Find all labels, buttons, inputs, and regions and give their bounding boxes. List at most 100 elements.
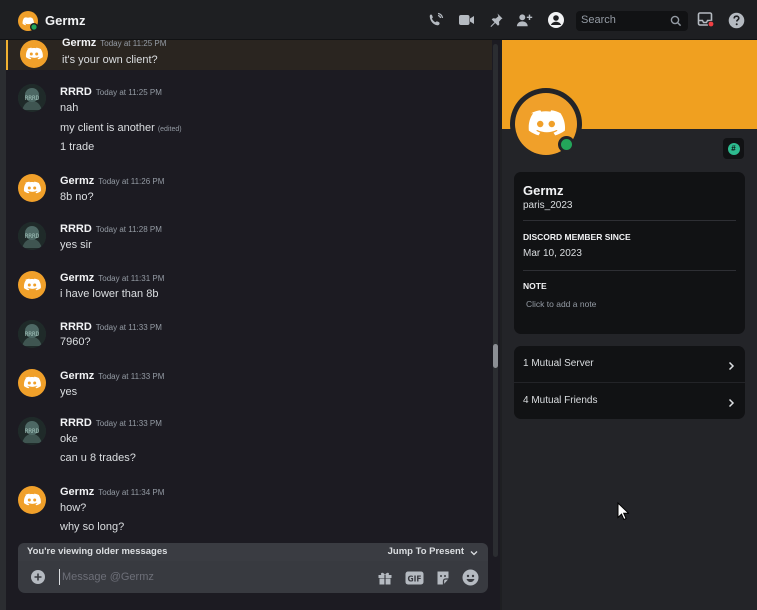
message-text: 8b no? (60, 191, 94, 203)
voice-call-icon[interactable] (427, 11, 445, 29)
message-item[interactable]: RRRD RRRD Today at 11:33 PM 7960? (6, 319, 492, 351)
avatar[interactable]: RRRD (18, 84, 46, 112)
inbox-icon[interactable] (697, 11, 715, 29)
message-item[interactable]: RRRD RRRD Today at 11:28 PM yes sir (6, 221, 492, 253)
hashtag-badge-icon: # (727, 142, 740, 155)
search-input[interactable]: Search (576, 11, 688, 31)
avatar[interactable]: RRRD (18, 320, 46, 348)
svg-text:GIF: GIF (407, 574, 421, 583)
header-avatar[interactable] (18, 11, 38, 31)
add-friend-icon[interactable] (516, 11, 534, 29)
message-text: 1 trade (60, 141, 95, 153)
message-text: yes sir (60, 239, 92, 251)
message-timestamp: Today at 11:33 PM (95, 419, 162, 428)
avatar[interactable] (18, 271, 46, 299)
message-item[interactable]: Germz Today at 11:34 PM how? why so long? (6, 485, 492, 537)
avatar[interactable]: RRRD (18, 417, 46, 445)
message-author[interactable]: RRRD Today at 11:25 PM (60, 86, 162, 98)
message-author[interactable]: Germz Today at 11:31 PM (60, 272, 164, 284)
message-author[interactable]: Germz Today at 11:26 PM (60, 175, 164, 187)
header-title: Germz (45, 13, 86, 28)
svg-text:RRRD: RRRD (25, 331, 40, 338)
scrollbar-thumb[interactable] (493, 344, 498, 368)
mutual-servers-label: 1 Mutual Server (523, 358, 594, 369)
message-composer: GIF (18, 561, 488, 593)
message-text: yes (60, 386, 78, 398)
message-author[interactable]: Germz Today at 11:25 PM (62, 37, 166, 49)
mutual-card: 1 Mutual Server 4 Mutual Friends (514, 346, 745, 419)
message-timestamp: Today at 11:26 PM (98, 177, 165, 186)
svg-text:RRRD: RRRD (25, 233, 40, 240)
profile-info-card: Germz paris_2023 DISCORD MEMBER SINCE Ma… (514, 172, 745, 334)
video-call-icon[interactable] (457, 11, 475, 29)
message-text: how? (60, 502, 87, 514)
message-timestamp: Today at 11:25 PM (100, 39, 167, 48)
message-author[interactable]: Germz Today at 11:34 PM (60, 486, 164, 498)
profile-display-name: Germz (523, 183, 564, 198)
member-since-date: Mar 10, 2023 (523, 248, 582, 259)
message-timestamp: Today at 11:33 PM (98, 372, 165, 381)
search-icon (670, 14, 682, 32)
chevron-right-icon (726, 395, 736, 413)
mutual-friends-label: 4 Mutual Friends (523, 395, 598, 406)
message-timestamp: Today at 11:33 PM (95, 323, 162, 332)
message-timestamp: Today at 11:34 PM (98, 488, 165, 497)
edited-label: (edited) (157, 126, 182, 133)
sticker-icon[interactable] (434, 569, 451, 586)
member-since-label: DISCORD MEMBER SINCE (523, 232, 631, 242)
avatar[interactable] (20, 40, 48, 68)
older-messages-bar: You're viewing older messages Jump To Pr… (18, 543, 488, 561)
chevron-right-icon (726, 358, 736, 376)
channel-header: Germz Search (0, 0, 757, 40)
svg-text:RRRD: RRRD (25, 95, 40, 102)
mutual-friends-row[interactable]: 4 Mutual Friends (514, 383, 745, 419)
message-text: why so long? (60, 521, 125, 533)
scrollbar-track[interactable] (493, 44, 498, 557)
avatar[interactable] (18, 369, 46, 397)
help-icon[interactable] (727, 11, 745, 29)
message-item[interactable]: Germz Today at 11:26 PM 8b no? (6, 173, 492, 205)
user-profile-toggle-icon[interactable] (547, 11, 565, 29)
svg-text:RRRD: RRRD (25, 428, 40, 435)
message-author[interactable]: RRRD Today at 11:33 PM (60, 417, 162, 429)
note-input[interactable]: Click to add a note (526, 299, 596, 309)
message-text: oke (60, 433, 78, 445)
message-input[interactable] (59, 569, 359, 585)
message-item[interactable]: RRRD RRRD Today at 11:25 PM nah my client… (6, 84, 492, 156)
mutual-servers-row[interactable]: 1 Mutual Server (514, 346, 745, 382)
message-timestamp: Today at 11:31 PM (98, 274, 165, 283)
gift-icon[interactable] (376, 569, 393, 586)
avatar[interactable] (18, 174, 46, 202)
message-text: nah (60, 102, 79, 114)
message-text: it's your own client? (62, 54, 158, 66)
pinned-messages-icon[interactable] (487, 11, 505, 29)
message-item[interactable]: Germz Today at 11:33 PM yes (6, 368, 492, 400)
message-author[interactable]: RRRD Today at 11:28 PM (60, 223, 162, 235)
older-messages-text: You're viewing older messages (27, 546, 168, 557)
message-text: my client is another (edited) (60, 122, 182, 134)
emoji-icon[interactable] (462, 569, 479, 586)
mouse-cursor-icon (617, 501, 630, 526)
message-timestamp: Today at 11:25 PM (95, 88, 162, 97)
avatar[interactable] (18, 486, 46, 514)
note-label: NOTE (523, 281, 547, 291)
message-text: can u 8 trades? (60, 452, 136, 464)
message-list[interactable]: Germz Today at 11:25 PM it's your own cli… (6, 37, 500, 610)
jump-to-present-button[interactable]: Jump To Present (388, 546, 464, 557)
message-item[interactable]: RRRD RRRD Today at 11:33 PM oke can u 8 t… (6, 416, 492, 468)
avatar[interactable]: RRRD (18, 222, 46, 250)
gif-icon[interactable]: GIF (404, 569, 424, 586)
message-timestamp: Today at 11:28 PM (95, 225, 162, 234)
profile-username: paris_2023 (523, 200, 573, 211)
message-author[interactable]: Germz Today at 11:33 PM (60, 370, 164, 382)
divider (523, 270, 736, 271)
profile-badge[interactable]: # (723, 138, 744, 159)
message-item[interactable]: Germz Today at 11:25 PM it's your own cli… (6, 37, 492, 70)
user-profile-panel: # Germz paris_2023 DISCORD MEMBER SINCE … (502, 40, 757, 610)
search-placeholder: Search (581, 14, 616, 26)
message-author[interactable]: RRRD Today at 11:33 PM (60, 321, 162, 333)
message-text: 7960? (60, 336, 91, 348)
online-status-indicator (558, 136, 575, 153)
message-item[interactable]: Germz Today at 11:31 PM i have lower than… (6, 270, 492, 302)
upload-plus-icon[interactable] (31, 570, 45, 584)
